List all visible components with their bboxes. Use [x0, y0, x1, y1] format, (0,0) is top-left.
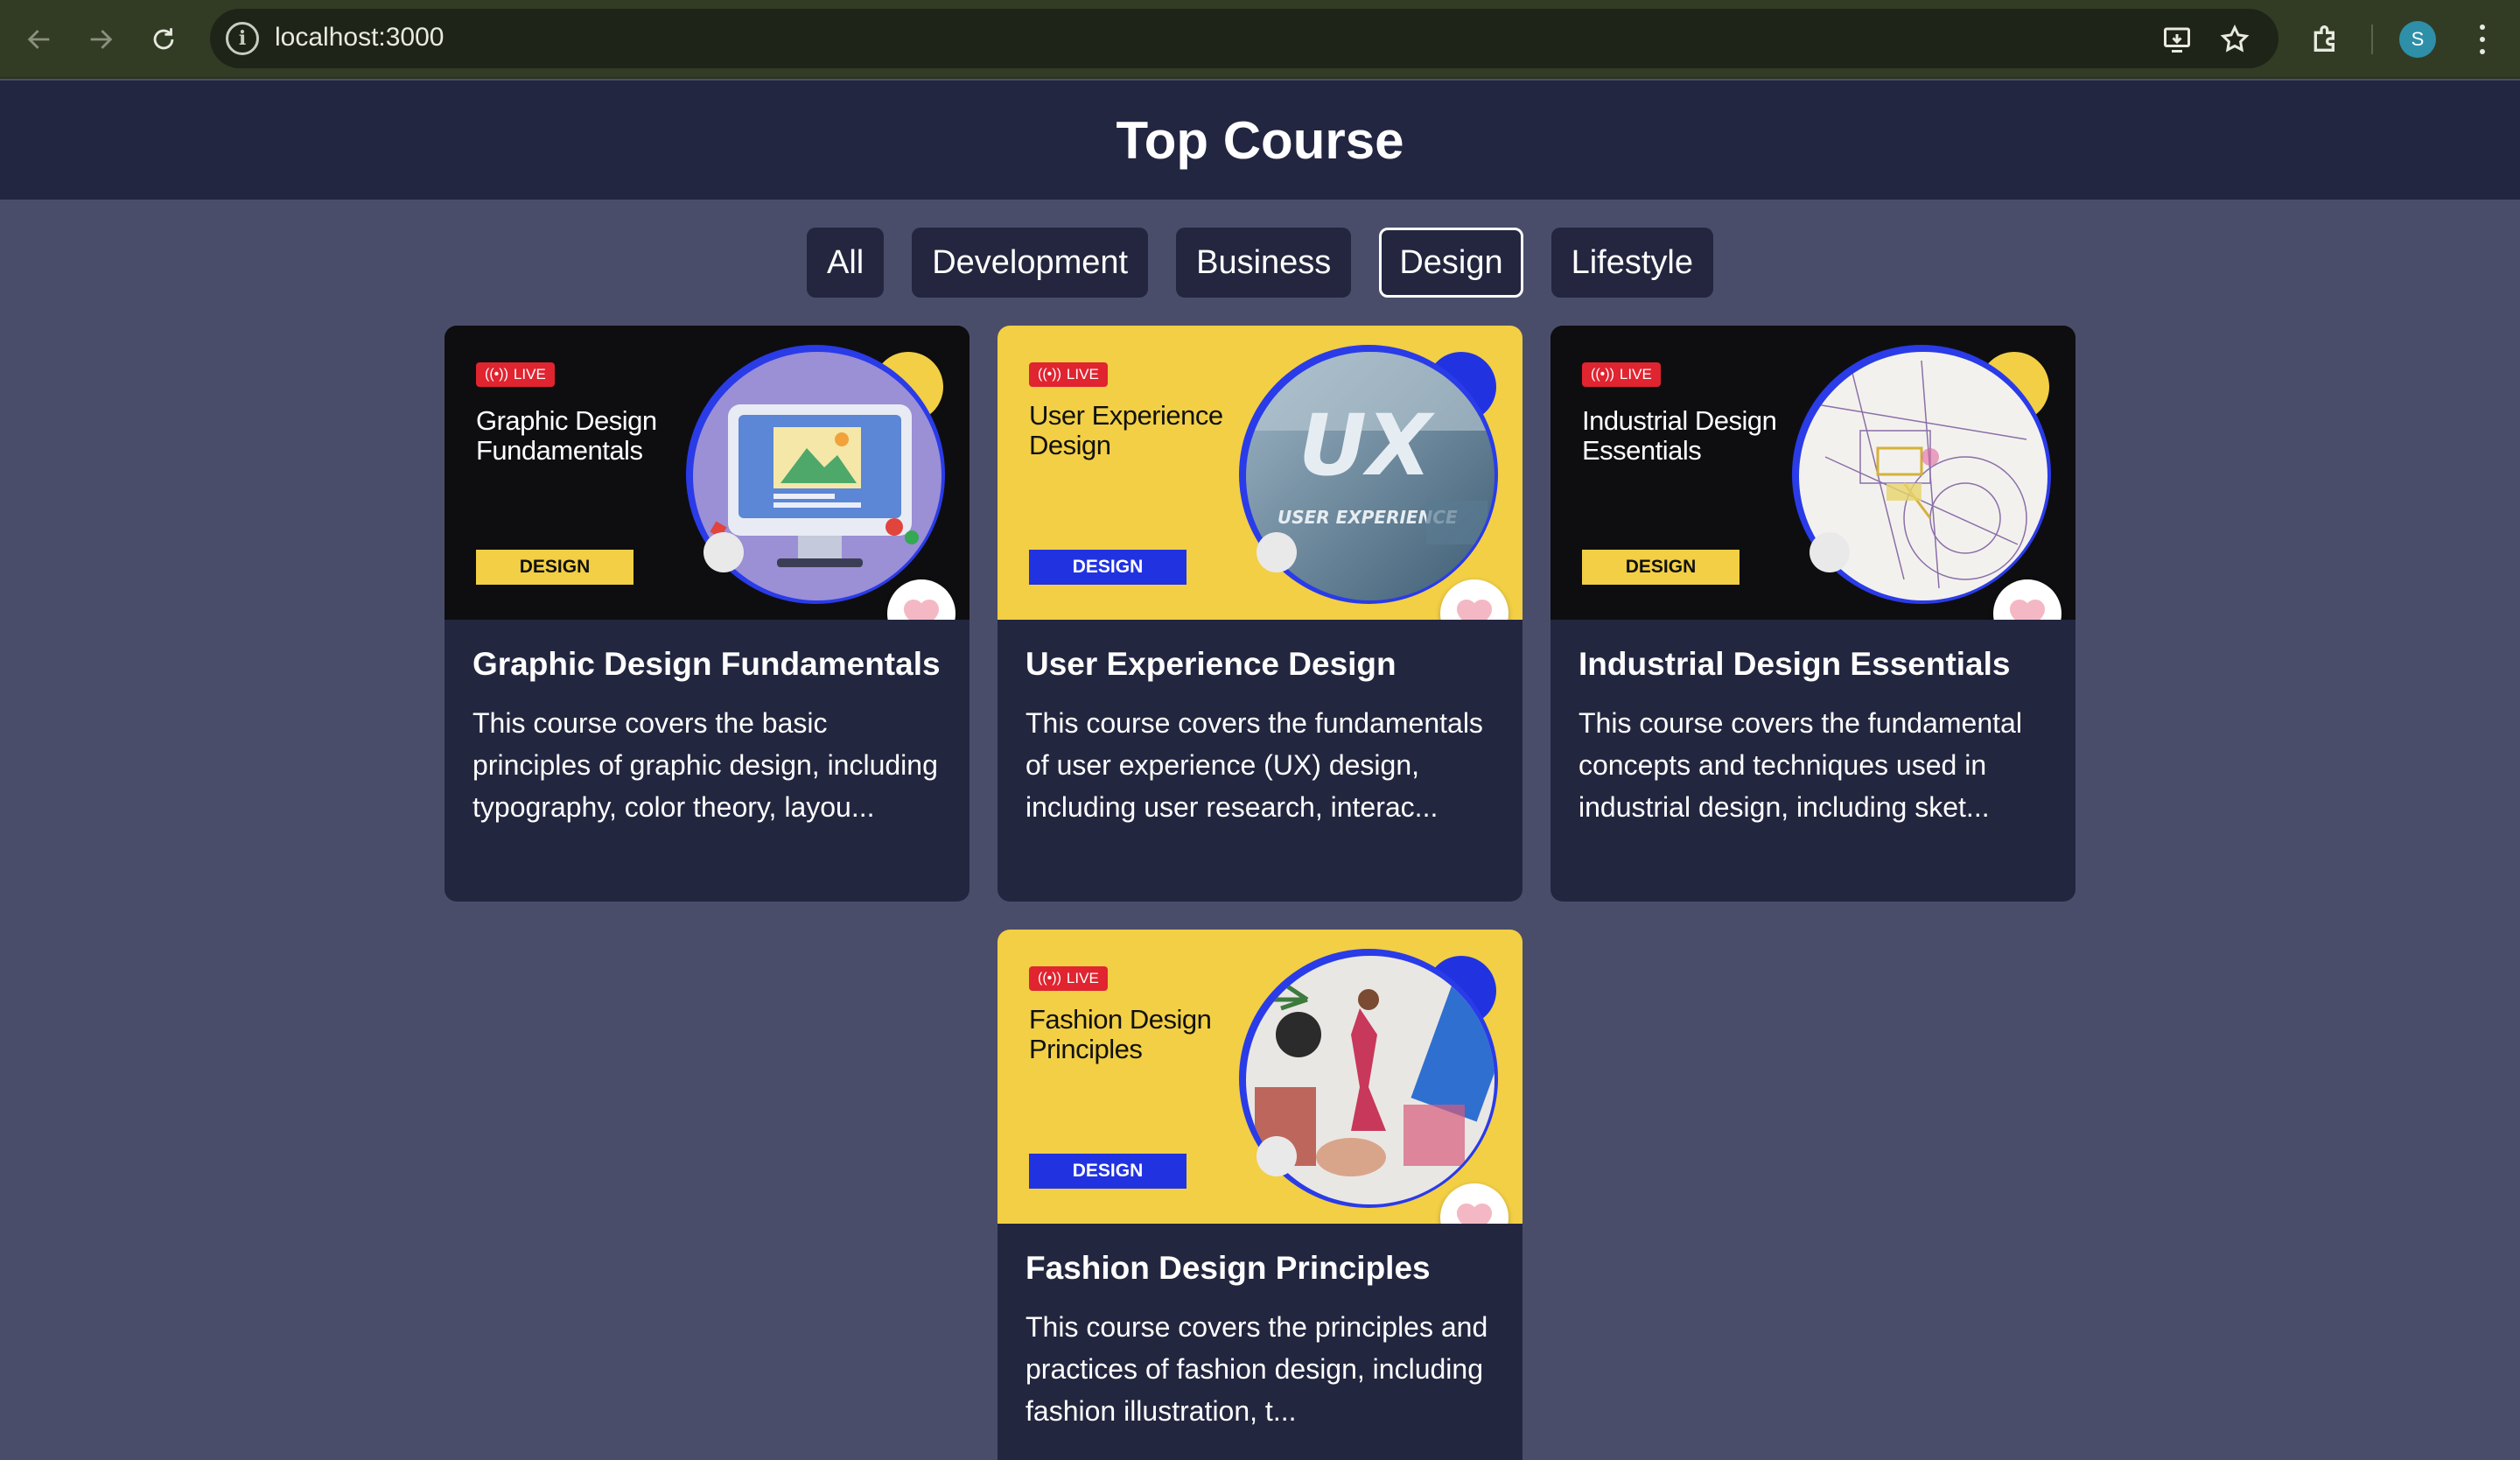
- decorative-dot: [704, 532, 744, 572]
- app-header: Top Course: [0, 81, 2520, 200]
- filter-all[interactable]: All: [806, 228, 885, 298]
- heart-icon: [2010, 600, 2045, 620]
- course-thumbnail: ((•)) LIVE Fashion Design Principles DESI…: [998, 930, 1522, 1224]
- category-tag: DESIGN: [1582, 550, 1740, 585]
- favorite-button[interactable]: [887, 579, 956, 620]
- course-description: This course covers the principles and pr…: [1026, 1311, 1488, 1427]
- favorite-button[interactable]: [1440, 1183, 1508, 1224]
- install-app-icon[interactable]: [2161, 24, 2193, 55]
- browser-toolbar: i localhost:3000 S: [0, 0, 2520, 79]
- heart-icon: [1457, 1204, 1492, 1224]
- live-badge: ((•)) LIVE: [1029, 362, 1108, 387]
- svg-text:UX: UX: [1298, 397, 1435, 495]
- decorative-dot: [1256, 532, 1297, 572]
- category-tag: DESIGN: [476, 550, 634, 585]
- heart-icon: [904, 600, 939, 620]
- course-description: This course covers the fundamentals of u…: [1026, 707, 1483, 823]
- star-icon[interactable]: [2219, 24, 2250, 55]
- course-description: This course covers the fundamental conce…: [1578, 707, 2022, 823]
- filter-business[interactable]: Business: [1176, 228, 1352, 298]
- live-badge: ((•)) LIVE: [476, 362, 555, 387]
- course-title[interactable]: Industrial Design Essentials: [1578, 646, 2048, 683]
- filter-development[interactable]: Development: [912, 228, 1149, 298]
- course-card[interactable]: ((•)) LIVE Industrial Design Essentials D…: [1550, 326, 2076, 902]
- broadcast-icon: ((•)): [1038, 367, 1061, 382]
- thumbnail-title: User Experience Design: [1029, 400, 1223, 460]
- course-title[interactable]: Fashion Design Principles: [1026, 1250, 1494, 1287]
- kebab-menu-icon[interactable]: [2469, 21, 2496, 58]
- course-thumbnail: ((•)) LIVE Graphic Design Fundamentals DE…: [444, 326, 970, 620]
- decorative-dot: [1810, 532, 1850, 572]
- decorative-dot: [1256, 1136, 1297, 1176]
- arrow-right-icon: [90, 30, 113, 49]
- profile-avatar[interactable]: S: [2399, 21, 2436, 58]
- category-tag: DESIGN: [1029, 1154, 1186, 1189]
- course-card[interactable]: ((•)) LIVE User Experience Design DESIGN …: [998, 326, 1522, 902]
- filter-lifestyle[interactable]: Lifestyle: [1550, 228, 1714, 298]
- broadcast-icon: ((•)): [1038, 971, 1061, 986]
- back-button[interactable]: [19, 19, 60, 60]
- arrow-left-icon: [27, 30, 50, 49]
- url-text[interactable]: localhost:3000: [275, 23, 444, 53]
- filter-design[interactable]: Design: [1379, 228, 1523, 298]
- course-thumbnail: ((•)) LIVE Industrial Design Essentials D…: [1550, 326, 2076, 620]
- info-icon[interactable]: i: [226, 22, 259, 55]
- favorite-button[interactable]: [1440, 579, 1508, 620]
- puzzle-icon[interactable]: [2308, 21, 2343, 56]
- category-filter-bar: All Development Business Design Lifestyl…: [0, 228, 2520, 298]
- course-card[interactable]: ((•)) LIVE Fashion Design Principles DESI…: [998, 930, 1522, 1460]
- broadcast-icon: ((•)): [1591, 367, 1614, 382]
- course-description: This course covers the basic principles …: [472, 707, 938, 823]
- heart-icon: [1457, 600, 1492, 620]
- reload-icon: [153, 28, 174, 50]
- page-title: Top Course: [1116, 110, 1404, 170]
- toolbar-divider: [2371, 25, 2373, 54]
- thumbnail-title: Graphic Design Fundamentals: [476, 405, 657, 466]
- thumbnail-title: Fashion Design Principles: [1029, 1004, 1212, 1064]
- live-badge: ((•)) LIVE: [1582, 362, 1661, 387]
- course-card[interactable]: ((•)) LIVE Graphic Design Fundamentals DE…: [444, 326, 970, 902]
- category-tag: DESIGN: [1029, 550, 1186, 585]
- favorite-button[interactable]: [1993, 579, 2062, 620]
- course-thumbnail: ((•)) LIVE User Experience Design DESIGN …: [998, 326, 1522, 620]
- thumbnail-title: Industrial Design Essentials: [1582, 405, 1777, 466]
- broadcast-icon: ((•)): [485, 367, 508, 382]
- forward-button[interactable]: [80, 19, 121, 60]
- address-bar[interactable]: i localhost:3000: [210, 9, 2278, 68]
- live-badge: ((•)) LIVE: [1029, 966, 1108, 991]
- course-title[interactable]: User Experience Design: [1026, 646, 1494, 683]
- reload-button[interactable]: [144, 19, 184, 60]
- course-title[interactable]: Graphic Design Fundamentals: [472, 646, 942, 683]
